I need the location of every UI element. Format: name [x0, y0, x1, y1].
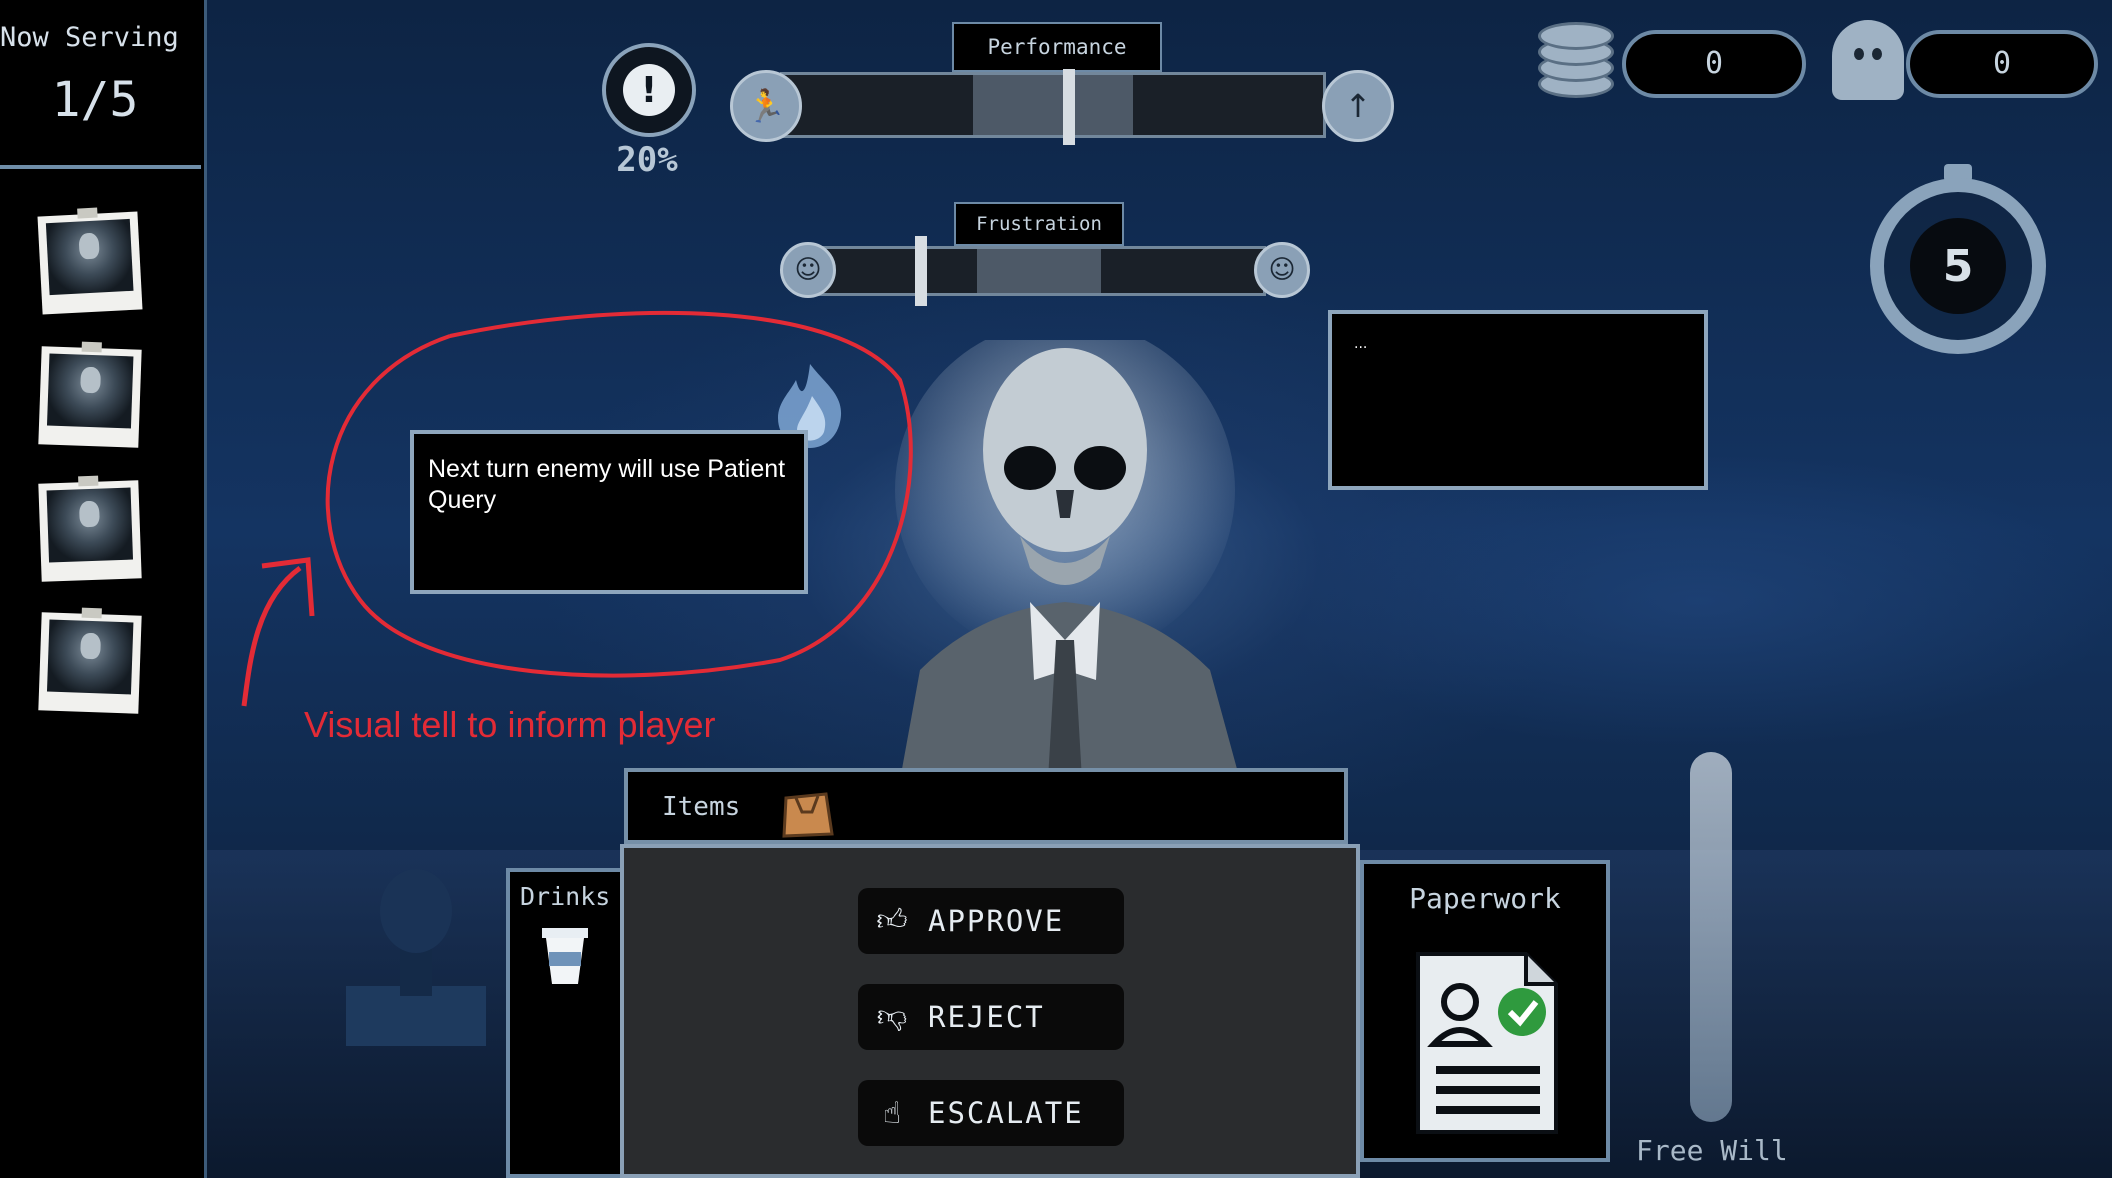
calm-face-icon: ☺: [780, 242, 836, 298]
action-panel: 👍︎ APPROVE 👎︎ REJECT ☝︎ ESCALATE: [620, 844, 1360, 1178]
frustration-label: Frustration: [954, 202, 1124, 246]
stopwatch-icon: 5: [1870, 178, 2046, 354]
rising-graph-icon: ↑: [1322, 70, 1394, 142]
coffee-cup-icon[interactable]: [540, 922, 590, 986]
coin-count: 0: [1704, 46, 1724, 81]
smiley-face-icon: ☺: [1254, 242, 1310, 298]
coin-counter: 0: [1622, 30, 1806, 98]
escalate-label: ESCALATE: [928, 1096, 1084, 1130]
performance-marker: [1063, 69, 1076, 145]
speech-text: ...: [1354, 336, 1368, 352]
now-serving-label: Now Serving: [0, 22, 179, 53]
queue-portrait[interactable]: [37, 207, 143, 315]
ghost-counter: 0: [1906, 30, 2098, 98]
now-serving-panel: Now Serving 1/5: [0, 0, 201, 169]
paperwork-panel[interactable]: Paperwork: [1360, 860, 1610, 1162]
annotation-text: Visual tell to inform player: [304, 704, 716, 745]
skeletal-customer-character: [895, 340, 1240, 780]
ghost-icon: [1832, 20, 1904, 100]
now-serving-count: 1/5: [51, 72, 139, 128]
reject-label: REJECT: [928, 1000, 1045, 1034]
free-will-label: Free Will: [1636, 1134, 1788, 1167]
queue-portrait[interactable]: [38, 607, 142, 714]
drinks-label: Drinks: [520, 882, 611, 911]
thumbs-up-icon: 👍︎: [876, 903, 910, 938]
alert-badge: !: [602, 43, 696, 137]
exclamation-icon: !: [623, 64, 675, 116]
free-will-meter: [1690, 752, 1732, 1122]
items-bar: Items: [624, 768, 1348, 844]
speech-bubble: ...: [1328, 310, 1708, 490]
frustration-marker: [915, 236, 927, 306]
queue-portrait[interactable]: [38, 341, 142, 448]
reject-button[interactable]: 👎︎ REJECT: [858, 984, 1124, 1050]
escalate-button[interactable]: ☝︎ ESCALATE: [858, 1080, 1124, 1146]
pointing-hand-icon: ☝︎: [882, 1095, 904, 1131]
turn-timer-value: 5: [1910, 218, 2006, 314]
thumbs-down-icon: 👎︎: [876, 999, 910, 1034]
coin-stack-icon: [1538, 22, 1622, 98]
items-label: Items: [662, 792, 741, 822]
frustration-bar: [810, 236, 1266, 306]
frustration-zone: [977, 249, 1101, 293]
alert-percent: 20%: [616, 140, 678, 180]
rubber-stamp-icon: [346, 869, 486, 1046]
running-person-icon: 🏃: [730, 70, 802, 142]
enemy-intent-box: Next turn enemy will use Patient Query: [410, 430, 808, 594]
enemy-intent-text: Next turn enemy will use Patient Query: [428, 455, 786, 514]
performance-target-zone: [973, 75, 1133, 135]
queue-sidebar: Now Serving 1/5: [0, 0, 207, 1178]
performance-bar: [780, 69, 1326, 145]
approve-label: APPROVE: [928, 904, 1065, 938]
performance-label: Performance: [952, 22, 1162, 72]
paperwork-label: Paperwork: [1409, 882, 1561, 915]
approve-button[interactable]: 👍︎ APPROVE: [858, 888, 1124, 954]
ghost-count: 0: [1992, 46, 2012, 81]
paper-bag-icon[interactable]: [778, 782, 834, 838]
approved-document-icon[interactable]: [1412, 948, 1562, 1138]
drinks-panel: Drinks: [506, 868, 620, 1178]
queue-portrait[interactable]: [38, 475, 142, 582]
